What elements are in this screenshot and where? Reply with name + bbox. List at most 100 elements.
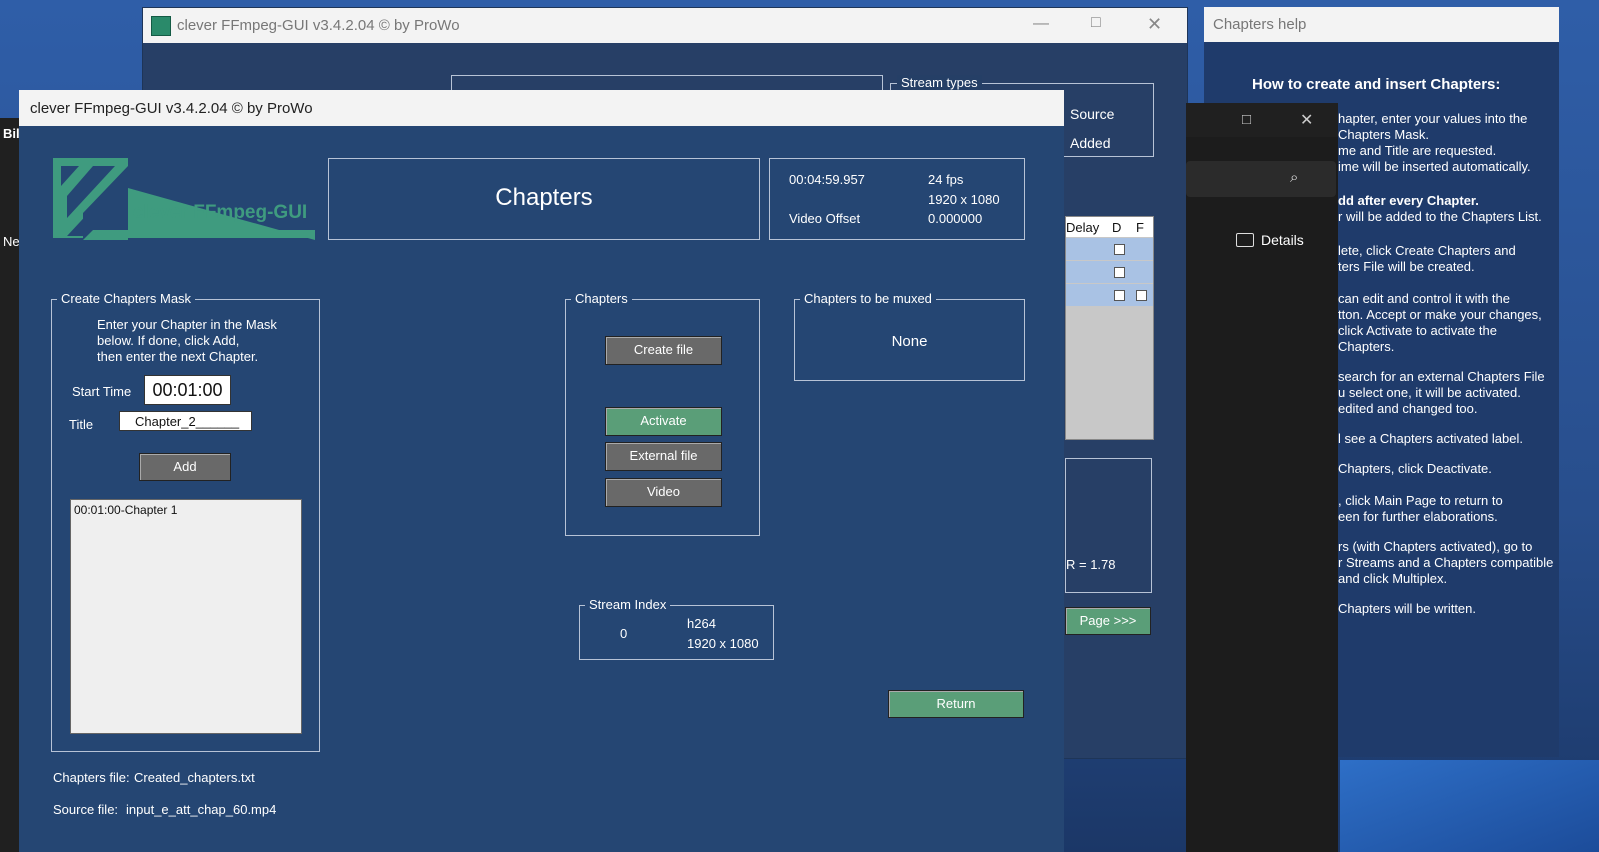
details-button[interactable]: Details: [1236, 231, 1336, 251]
help-line: l see a Chapters activated label.: [1338, 431, 1523, 446]
desktop-wallpaper-corner: [1340, 760, 1599, 852]
help-line: hapter, enter your values into the: [1338, 111, 1528, 126]
logo-graphic: [53, 158, 315, 240]
help-line: click Activate to activate the: [1338, 323, 1497, 338]
help-line: Chapters Mask.: [1338, 127, 1430, 142]
app-logo: clever FFmpeg-GUI: [53, 158, 318, 242]
duration-value: 00:04:59.957: [789, 172, 865, 187]
page-title-box: Chapters: [328, 158, 760, 240]
video-info-box: 00:04:59.957 24 fps 1920 x 1080 Video Of…: [769, 158, 1025, 240]
mask-title: Create Chapters Mask: [57, 291, 196, 306]
help-line: can edit and control it with the: [1338, 291, 1510, 306]
stream-index-title: Stream Index: [585, 597, 671, 612]
source-file-label: Source file:: [53, 802, 119, 817]
help-line: ime will be inserted automatically.: [1338, 159, 1531, 174]
left-strip-label: Bil: [3, 126, 20, 141]
muxed-box-title: Chapters to be muxed: [800, 291, 936, 306]
chapters-list[interactable]: 00:01:00-Chapter 1: [70, 499, 302, 734]
start-time-input[interactable]: 00:01:00: [144, 375, 231, 405]
checkbox-d[interactable]: [1114, 290, 1125, 301]
resolution-value: 1920 x 1080: [928, 192, 1000, 207]
table-row[interactable]: [1066, 284, 1153, 306]
table-header-delay: Delay: [1066, 220, 1100, 235]
fps-value: 24 fps: [928, 172, 964, 187]
start-time-label: Start Time: [72, 384, 132, 399]
help-line: een for further elaborations.: [1338, 509, 1498, 524]
logo-text: clever FFmpeg-GUI: [133, 202, 308, 223]
chapters-file-value: Created_chapters.txt: [134, 770, 255, 785]
create-file-button[interactable]: Create file: [605, 336, 722, 365]
help-heading: How to create and insert Chapters:: [1252, 76, 1501, 93]
activate-button[interactable]: Activate: [605, 407, 722, 436]
checkbox-f[interactable]: [1136, 290, 1147, 301]
video-offset-value: 0.000000: [928, 211, 983, 226]
stream-added-label: Added: [1070, 135, 1111, 151]
help-line: Chapters will be written.: [1338, 601, 1476, 616]
help-line: me and Title are requested.: [1338, 143, 1497, 158]
muxed-value: None: [891, 333, 928, 350]
list-item[interactable]: 00:01:00-Chapter 1: [71, 500, 301, 520]
maximize-icon[interactable]: □: [1091, 14, 1101, 32]
stream-codec: h264: [687, 616, 716, 631]
stream-types-title: Stream types: [897, 75, 982, 90]
search-box[interactable]: ⌕: [1186, 161, 1336, 197]
help-line: r will be added to the Chapters List.: [1338, 209, 1542, 224]
mask-instructions: Enter your Chapter in the Mask below. If…: [97, 317, 277, 365]
stream-table[interactable]: Delay D F: [1065, 216, 1154, 440]
minimize-icon[interactable]: —: [1033, 15, 1049, 33]
stream-index-box: Stream Index 0 h264 1920 x 1080: [579, 597, 774, 660]
help-line: ters File will be created.: [1338, 259, 1475, 274]
aspect-ratio-label: R = 1.78: [1066, 557, 1116, 572]
create-chapters-mask-box: Create Chapters Mask Enter your Chapter …: [51, 291, 320, 752]
chapters-app-window: clever FFmpeg-GUI v3.4.2.04 © by ProWo c…: [19, 90, 1064, 852]
back-window-titlebar[interactable]: clever FFmpeg-GUI v3.4.2.04 © by ProWo —…: [143, 8, 1187, 43]
external-file-button[interactable]: External file: [605, 442, 722, 471]
help-line: Chapters.: [1338, 339, 1395, 354]
return-button[interactable]: Return: [888, 690, 1024, 718]
help-line: search for an external Chapters File: [1338, 369, 1545, 384]
help-line: lete, click Create Chapters and: [1338, 243, 1516, 258]
chapters-file-label: Chapters file:: [53, 770, 130, 785]
checkbox-d[interactable]: [1114, 267, 1125, 278]
checkbox-d[interactable]: [1114, 244, 1125, 255]
back-window-title: clever FFmpeg-GUI v3.4.2.04 © by ProWo: [177, 17, 460, 34]
title-input[interactable]: Chapter_2______: [119, 411, 252, 431]
help-body: hapter, enter your values into the Chapt…: [1338, 111, 1558, 617]
aspect-box: R = 1.78: [1065, 458, 1152, 593]
stream-resolution: 1920 x 1080: [687, 636, 759, 651]
main-page-button[interactable]: Page >>>: [1065, 607, 1151, 635]
help-line: r Streams and a Chapters compatible: [1338, 555, 1554, 570]
table-row[interactable]: [1066, 238, 1153, 260]
help-line: Chapters, click Deactivate.: [1338, 461, 1492, 476]
close-icon[interactable]: ✕: [1300, 110, 1313, 130]
stream-source-label: Source: [1070, 106, 1115, 122]
video-button[interactable]: Video: [605, 478, 722, 507]
search-icon: ⌕: [1290, 169, 1299, 186]
left-partial-window: Bil Ne: [0, 118, 20, 852]
close-icon[interactable]: ✕: [1147, 14, 1162, 35]
instruction-line: Enter your Chapter in the Mask: [97, 317, 277, 332]
add-button[interactable]: Add: [139, 453, 231, 481]
table-header-d: D: [1112, 220, 1122, 235]
chapters-actions-box: Chapters Create file Activate External f…: [565, 291, 760, 536]
left-strip-nav-label: Ne: [3, 234, 20, 249]
table-header: Delay D F: [1066, 217, 1153, 237]
explorer-titlebar[interactable]: □ ✕: [1186, 103, 1338, 137]
front-window-titlebar[interactable]: clever FFmpeg-GUI v3.4.2.04 © by ProWo: [19, 90, 1064, 126]
video-offset-label: Video Offset: [789, 211, 861, 226]
details-label: Details: [1261, 232, 1304, 248]
help-line: , click Main Page to return to: [1338, 493, 1503, 508]
instruction-line: then enter the next Chapter.: [97, 349, 259, 364]
table-header-f: F: [1136, 220, 1144, 235]
help-window-titlebar[interactable]: Chapters help: [1204, 7, 1559, 42]
front-window-title: clever FFmpeg-GUI v3.4.2.04 © by ProWo: [30, 100, 313, 117]
help-line: dd after every Chapter.: [1338, 193, 1479, 208]
help-line: and click Multiplex.: [1338, 571, 1448, 586]
chapters-box-title: Chapters: [571, 291, 632, 306]
details-pane-icon: [1236, 233, 1254, 247]
instruction-line: below. If done, click Add,: [97, 333, 240, 348]
help-line: rs (with Chapters activated), go to: [1338, 539, 1533, 554]
title-label: Title: [69, 417, 94, 432]
maximize-icon[interactable]: □: [1242, 111, 1251, 128]
table-row[interactable]: [1066, 261, 1153, 283]
